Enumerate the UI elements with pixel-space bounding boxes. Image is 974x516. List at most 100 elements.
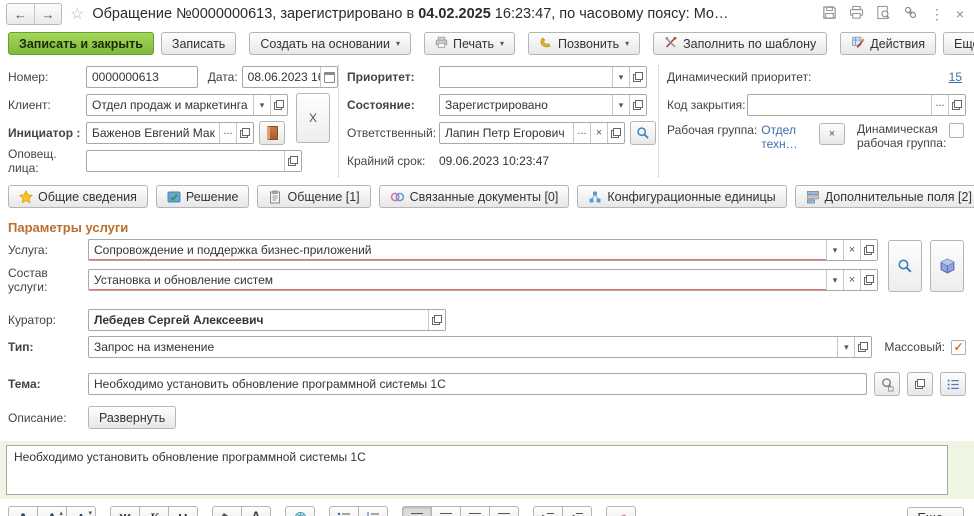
close-code-field[interactable]: ... (747, 94, 966, 116)
align-center-button[interactable] (431, 506, 461, 516)
type-field[interactable]: Запрос на изменение ▾ (88, 336, 872, 358)
back-button[interactable]: ← (7, 4, 34, 24)
initiator-open[interactable] (236, 123, 253, 143)
service-search-button[interactable] (888, 240, 922, 292)
workgroup-link[interactable]: Отдел техн… (761, 123, 809, 151)
bold-button[interactable]: Ж (110, 506, 140, 516)
subject-list-button[interactable] (940, 372, 966, 396)
close-window-icon[interactable]: × (956, 7, 964, 21)
priority-dropdown[interactable]: ▾ (612, 67, 629, 87)
save-icon[interactable] (822, 5, 837, 23)
date-field[interactable]: 08.06.2023 16:2: (242, 66, 338, 88)
format-more-button[interactable]: Еще▾ (907, 507, 964, 516)
tab-additional-fields[interactable]: Дополнительные поля [2] (795, 185, 974, 208)
type-dropdown[interactable]: ▾ (837, 337, 854, 357)
hyperlink-button[interactable] (285, 506, 315, 516)
type-open[interactable] (854, 337, 871, 357)
composition-clear[interactable]: × (843, 270, 860, 290)
notify-persons-field[interactable] (86, 150, 302, 172)
responsible-choose[interactable]: ... (573, 123, 590, 143)
service-catalog-button[interactable] (930, 240, 964, 292)
workgroup-clear-button[interactable]: × (819, 123, 845, 145)
open-icon (952, 100, 962, 110)
call-button[interactable]: Позвонить▾ (528, 32, 640, 55)
indent-increase-button[interactable] (533, 506, 563, 516)
print-icon[interactable] (849, 5, 864, 23)
chevron-down-icon: ▾ (396, 39, 400, 48)
subject-search-button[interactable] (874, 372, 900, 396)
forward-button[interactable]: → (34, 4, 61, 24)
curator-field[interactable]: Лебедев Сергей Алексеевич (88, 309, 446, 331)
align-justify-button[interactable] (489, 506, 519, 516)
state-open[interactable] (629, 95, 646, 115)
subject-field[interactable]: Необходимо установить обновление програм… (88, 373, 867, 395)
service-dropdown[interactable]: ▾ (826, 240, 843, 260)
print-button[interactable]: Печать▾ (424, 32, 515, 55)
calendar-picker[interactable] (320, 67, 337, 87)
tab-linked-documents[interactable]: Связанные документы [0] (379, 185, 570, 208)
responsible-open[interactable] (607, 123, 624, 143)
kebab-menu-icon[interactable]: ⋮ (930, 7, 944, 21)
number-field[interactable]: 0000000613 (86, 66, 198, 88)
service-clear[interactable]: × (843, 240, 860, 260)
open-icon (240, 128, 250, 138)
underline-button[interactable]: Ч (168, 506, 198, 516)
align-right-button[interactable] (460, 506, 490, 516)
tab-configuration-units[interactable]: Конфигурационные единицы (577, 185, 786, 208)
font-smaller-button[interactable]: А▾ (66, 506, 96, 516)
priority-field[interactable]: ▾ (439, 66, 647, 88)
fill-by-template-button[interactable]: Заполнить по шаблону (653, 32, 827, 55)
more-button[interactable]: Еще▾ (943, 32, 974, 55)
initiator-field[interactable]: Баженов Евгений Мак ... (86, 122, 254, 144)
tab-communication[interactable]: Общение [1] (257, 185, 370, 208)
mass-checkbox[interactable]: ✓ (951, 340, 966, 355)
expand-description-button[interactable]: Развернуть (88, 406, 176, 429)
tab-general-info[interactable]: Общие сведения (8, 185, 148, 208)
description-textarea[interactable]: Необходимо установить обновление програм… (6, 445, 948, 495)
contact-card-button[interactable] (259, 121, 285, 145)
service-open[interactable] (860, 240, 877, 260)
composition-field[interactable]: Установка и обновление систем ▾ × (88, 269, 878, 291)
close-icon: × (829, 128, 835, 140)
priority-open[interactable] (629, 67, 646, 87)
curator-open[interactable] (428, 310, 445, 330)
font-button[interactable]: А (8, 506, 38, 516)
client-field[interactable]: Отдел продаж и маркетинга ▾ (86, 94, 288, 116)
formatting-toolbar: А А▴ А▾ Ж К Ч А Еще▾ (0, 499, 974, 516)
create-on-basis-button[interactable]: Создать на основании▾ (249, 32, 411, 55)
composition-open[interactable] (860, 270, 877, 290)
get-link-icon[interactable] (903, 5, 918, 23)
clear-format-button[interactable] (606, 506, 636, 516)
bullet-list-button[interactable] (329, 506, 359, 516)
align-left-button[interactable] (402, 506, 432, 516)
tab-solution[interactable]: Решение (156, 185, 250, 208)
preview-icon[interactable] (876, 5, 891, 23)
dynamic-workgroup-checkbox[interactable] (949, 123, 964, 138)
client-dropdown[interactable]: ▾ (253, 95, 270, 115)
dynamic-priority-link[interactable]: 15 (949, 70, 962, 84)
save-button[interactable]: Записать (161, 32, 236, 55)
save-and-close-button[interactable]: Записать и закрыть (8, 32, 154, 55)
client-open[interactable] (270, 95, 287, 115)
numbered-list-button[interactable] (358, 506, 388, 516)
initiator-choose[interactable]: ... (219, 123, 236, 143)
state-dropdown[interactable]: ▾ (612, 95, 629, 115)
highlight-color-button[interactable] (212, 506, 242, 516)
font-larger-button[interactable]: А▴ (37, 506, 67, 516)
actions-button[interactable]: Действия (840, 32, 936, 55)
responsible-search-button[interactable] (630, 121, 656, 145)
italic-button[interactable]: К (139, 506, 169, 516)
responsible-clear[interactable]: × (590, 123, 607, 143)
responsible-field[interactable]: Лапин Петр Егорович ... × (439, 122, 625, 144)
notify-open[interactable] (284, 151, 301, 171)
subject-open-button[interactable] (907, 372, 933, 396)
state-field[interactable]: Зарегистрировано ▾ (439, 94, 647, 116)
composition-dropdown[interactable]: ▾ (826, 270, 843, 290)
indent-decrease-button[interactable] (562, 506, 592, 516)
favorite-star-icon[interactable]: ☆ (70, 4, 84, 24)
clear-client-button[interactable]: X (296, 93, 330, 143)
close-code-open[interactable] (948, 95, 965, 115)
service-field[interactable]: Сопровождение и поддержка бизнес-приложе… (88, 239, 878, 261)
close-code-choose[interactable]: ... (931, 95, 948, 115)
font-color-button[interactable]: А (241, 506, 271, 516)
